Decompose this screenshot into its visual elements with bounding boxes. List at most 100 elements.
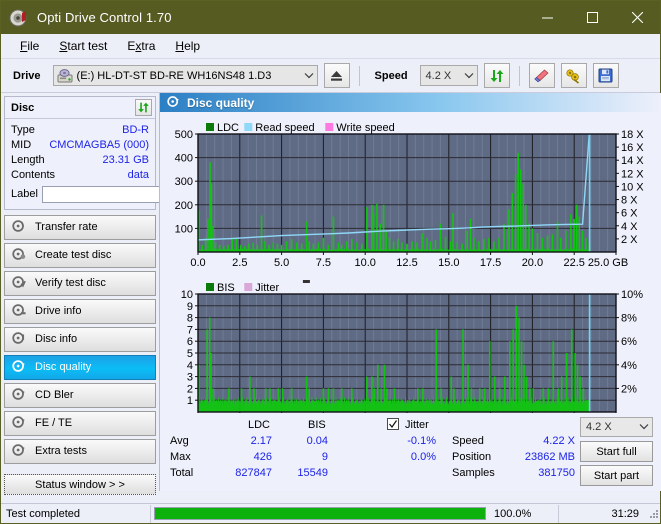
bis-jitter-chart[interactable]: BISJitter123456789102%4%6%8%10%0.02.55.0… bbox=[160, 272, 661, 432]
y-tick-label: 7 bbox=[187, 324, 193, 336]
drive-label: Drive bbox=[13, 69, 41, 82]
tools-button[interactable] bbox=[560, 63, 587, 88]
chevron-down-icon bbox=[301, 71, 317, 81]
jitter-label: Jitter bbox=[405, 419, 429, 431]
sidebar-item-label: Create test disc bbox=[35, 249, 112, 261]
y2-tick-label: 8% bbox=[621, 313, 637, 325]
title-bar: Opti Drive Control 1.70 bbox=[1, 1, 660, 34]
legend-swatch bbox=[244, 123, 253, 131]
stats-jitter-max: 0.0% bbox=[410, 451, 436, 463]
y2-tick-label: 2 X bbox=[621, 234, 638, 246]
disc-panel-title: Disc bbox=[11, 101, 35, 114]
drive-select[interactable]: (E:) HL-DT-ST BD-RE WH16NS48 1.D3 bbox=[52, 65, 318, 86]
legend-swatch bbox=[325, 123, 334, 131]
menu-start-test[interactable]: Start test bbox=[49, 36, 117, 56]
progress-bar bbox=[154, 507, 486, 520]
stats-ldc-total: 827847 bbox=[235, 467, 272, 479]
stats-samples-value: 381750 bbox=[538, 467, 575, 479]
test-speed-value: 4.2 X bbox=[586, 421, 612, 433]
refresh-icon bbox=[138, 102, 149, 113]
minimize-button[interactable] bbox=[525, 1, 570, 34]
x-tick-label: 15.0 bbox=[438, 257, 459, 269]
jitter-checkbox[interactable] bbox=[387, 418, 399, 430]
y-tick-label: 4 bbox=[187, 360, 193, 372]
stats-jitter-avg: -0.1% bbox=[407, 435, 436, 447]
eject-button[interactable] bbox=[323, 63, 350, 88]
menu-help[interactable]: Help bbox=[165, 36, 210, 56]
stats-samples-label: Samples bbox=[452, 467, 495, 479]
x-tick-label: 20.0 bbox=[522, 257, 543, 269]
disc-extra-icon bbox=[12, 443, 26, 460]
status-message: Test completed bbox=[1, 504, 151, 523]
resize-grip[interactable] bbox=[647, 507, 660, 520]
chevron-down-icon bbox=[636, 422, 652, 432]
menu-extra[interactable]: Extra bbox=[117, 36, 165, 56]
y-tick-label: 200 bbox=[175, 200, 193, 212]
y-tick-label: 100 bbox=[175, 223, 193, 235]
x-tick-label: 25.0 GB bbox=[588, 257, 628, 269]
y2-tick-label: 4 X bbox=[621, 221, 638, 233]
sidebar-item-fe-te[interactable]: FE / TE bbox=[4, 411, 156, 436]
toolbar-divider-1 bbox=[358, 65, 360, 86]
stats-row-total: Total bbox=[170, 467, 194, 479]
legend-marker bbox=[302, 280, 310, 283]
speed-select[interactable]: 4.2 X bbox=[419, 65, 478, 86]
y-tick-label: 6 bbox=[187, 336, 193, 348]
ldc-read-speed-chart[interactable]: LDC Read speed Write speed 100 200 300 400 500 2… bbox=[160, 112, 661, 272]
start-part-button[interactable]: Start part bbox=[580, 465, 653, 486]
y-tick-label: 1 bbox=[187, 395, 193, 407]
stats-position-value: 23862 MB bbox=[524, 451, 575, 463]
y2-tick-label: 8 X bbox=[621, 195, 638, 207]
legend-label: Write speed bbox=[336, 122, 395, 134]
menu-file[interactable]: File bbox=[10, 36, 49, 56]
stats-bis-total: 15549 bbox=[297, 467, 328, 479]
y2-tick-label: 18 X bbox=[621, 129, 644, 141]
sidebar-item-cd-bler[interactable]: CD Bler bbox=[4, 383, 156, 408]
legend-swatch bbox=[206, 123, 214, 131]
stats-col-bis: BIS bbox=[308, 419, 326, 431]
disc-row-mid: MID CMCMAGBA5 (000) bbox=[11, 137, 149, 152]
y2-tick-label: 6% bbox=[621, 336, 637, 348]
y2-tick-label: 10% bbox=[621, 289, 643, 301]
disc-verify-icon bbox=[12, 275, 26, 292]
statistics-panel: LDC BIS Avg Max Total 2.17 426 827847 0.… bbox=[160, 413, 661, 491]
save-button[interactable] bbox=[592, 63, 619, 88]
y-tick-label: 500 bbox=[175, 129, 193, 141]
erase-button[interactable] bbox=[528, 63, 555, 88]
disc-row-contents-key: Contents bbox=[11, 168, 56, 181]
y-tick-label: 3 bbox=[187, 372, 193, 384]
disc-bler-icon bbox=[12, 387, 26, 404]
disc-info-rows: Type BD-R MID CMCMAGBA5 (000) Length 23.… bbox=[5, 119, 246, 209]
progress-fill bbox=[155, 508, 485, 519]
disc-row-contents: Contents data bbox=[11, 167, 149, 182]
close-button[interactable] bbox=[615, 1, 660, 34]
stats-position-label: Position bbox=[452, 451, 492, 463]
refresh-icon bbox=[490, 69, 504, 82]
start-full-button[interactable]: Start full bbox=[580, 441, 653, 462]
stats-speed-value: 4.22 X bbox=[543, 435, 575, 447]
disc-refresh-button[interactable] bbox=[135, 99, 152, 116]
y-tick-label: 400 bbox=[175, 153, 193, 165]
y2-tick-label: 4% bbox=[621, 360, 637, 372]
disc-row-length-key: Length bbox=[11, 153, 45, 166]
disc-row-length: Length 23.31 GB bbox=[11, 152, 149, 167]
charts-container: LDC Read speed Write speed 100 200 300 400 500 2… bbox=[160, 112, 661, 432]
eject-icon bbox=[331, 70, 343, 81]
maximize-button[interactable] bbox=[570, 1, 615, 34]
window-title: Opti Drive Control 1.70 bbox=[37, 10, 172, 25]
y2-tick-label: 14 X bbox=[621, 155, 644, 167]
sidebar-item-drive-info[interactable]: Drive info bbox=[4, 299, 156, 324]
sidebar-item-create-test-disc[interactable]: Create test disc bbox=[4, 243, 156, 268]
sidebar-item-disc-quality[interactable]: Disc quality bbox=[4, 355, 156, 380]
disc-create-icon bbox=[12, 247, 26, 264]
y-tick-label: 300 bbox=[175, 176, 193, 188]
test-speed-select[interactable]: 4.2 X bbox=[580, 417, 653, 437]
refresh-button[interactable] bbox=[483, 63, 510, 88]
sidebar-item-verify-test-disc[interactable]: Verify test disc bbox=[4, 271, 156, 296]
sidebar-item-extra-tests[interactable]: Extra tests bbox=[4, 439, 156, 464]
sidebar-item-disc-info[interactable]: Disc info bbox=[4, 327, 156, 352]
x-tick-label: 5.0 bbox=[274, 257, 289, 269]
x-tick-label: 7.5 bbox=[316, 257, 331, 269]
sidebar-item-transfer-rate[interactable]: Transfer rate bbox=[4, 215, 156, 240]
status-window-button[interactable]: Status window > > bbox=[4, 474, 156, 495]
